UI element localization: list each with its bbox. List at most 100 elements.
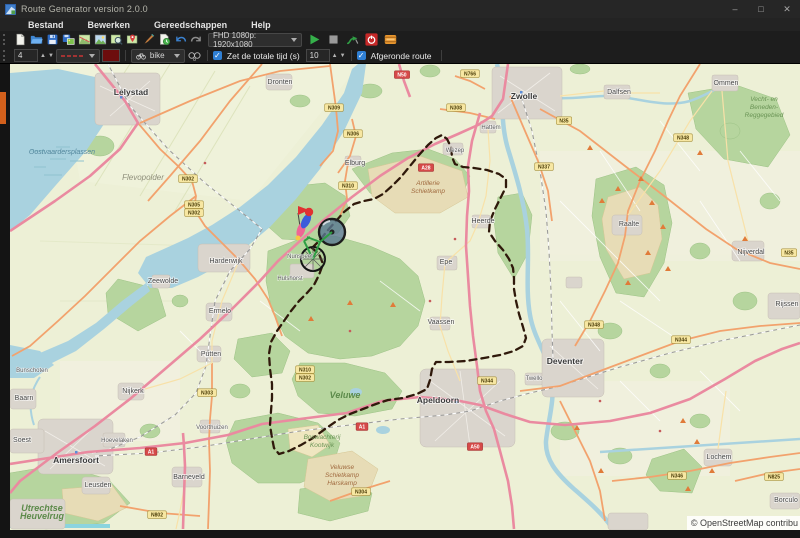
line-width-spinner[interactable]: 4 ▲ ▼ (14, 49, 54, 62)
road-shield: N344 (478, 377, 497, 385)
spin-up-icon[interactable]: ▲ (332, 53, 338, 59)
rounded-route-label: Afgeronde route (371, 51, 432, 61)
map-label: Soest (13, 437, 31, 444)
reset-vehicle-button[interactable]: 0 (187, 48, 202, 63)
total-time-label: Zet de totale tijd (s) (227, 51, 300, 61)
vehicle-value: bike (150, 51, 165, 60)
map-label: Putten (201, 351, 221, 358)
road-shield: N50 (394, 71, 409, 79)
open-folder-icon (30, 33, 43, 46)
map-label: Oostvaardersplassen (29, 149, 95, 156)
redo-button[interactable] (189, 32, 204, 47)
toolbar-grip[interactable] (3, 50, 9, 61)
bicycle-icon (136, 52, 146, 60)
taskbar-accent (0, 92, 6, 124)
total-time-value[interactable]: 10 (306, 49, 330, 62)
osm-attribution[interactable]: © OpenStreetMap contribu (687, 516, 800, 530)
rounded-route-checkbox[interactable] (357, 51, 366, 60)
map-edit-button[interactable] (77, 32, 92, 47)
campsite-icon (665, 266, 671, 271)
map-label: Harderwijk (209, 258, 243, 265)
total-time-spinner[interactable]: 10 ▲ ▼ (306, 49, 346, 62)
toolbar-route-options: 4 ▲ ▼ bike 0 Zet de totale tijd (s) 10 ▲… (0, 48, 800, 64)
chevron-down-icon (89, 54, 95, 58)
toolbar-separator (207, 50, 208, 61)
road-shield: N303 (198, 389, 217, 397)
spin-down-icon[interactable]: ▼ (48, 53, 54, 59)
toolbar-grip[interactable] (3, 34, 9, 45)
spin-down-icon[interactable]: ▼ (340, 53, 346, 59)
line-style-dropdown[interactable] (56, 49, 100, 63)
new-file-button[interactable] (13, 32, 28, 47)
road-shield: N309 (325, 104, 344, 112)
map-label: Ermelo (209, 308, 231, 315)
line-width-value[interactable]: 4 (14, 49, 38, 62)
svg-text:N306: N306 (347, 132, 359, 138)
road-shield: N302 (296, 374, 315, 382)
resolution-dropdown[interactable]: FHD 1080p: 1920x1080 (208, 33, 302, 47)
image-preview-icon (94, 33, 107, 46)
map-zoom-button[interactable] (109, 32, 124, 47)
open-folder-button[interactable] (29, 32, 44, 47)
map-label: Dalfsen (607, 89, 631, 96)
map-label: Raalte (619, 221, 639, 228)
menu-item-gereedschappen[interactable]: Gereedschappen (142, 20, 239, 30)
map-canvas[interactable]: LelystadZwolleAmersfoortApeldoornDevente… (10, 63, 800, 530)
map-label: Hoevelaken (101, 438, 133, 444)
road-shield: N306 (344, 130, 363, 138)
map-marker-button[interactable] (125, 32, 140, 47)
toolbar-main: FHD 1080p: 1920x1080 (0, 31, 800, 48)
road-shield: A1 (145, 448, 157, 456)
chevron-down-icon (291, 38, 297, 42)
export-frames-button[interactable] (383, 32, 398, 47)
svg-text:A1: A1 (148, 450, 155, 456)
map-label: Zwolle (511, 91, 538, 101)
svg-text:N346: N346 (671, 474, 683, 480)
road-shield: N825 (765, 473, 784, 481)
map-label: Leusden (85, 482, 112, 489)
total-time-checkbox[interactable] (213, 51, 222, 60)
save-images-button[interactable] (61, 32, 76, 47)
maximize-button[interactable]: □ (748, 0, 774, 18)
svg-text:N348: N348 (588, 323, 600, 329)
close-button[interactable]: ✕ (774, 0, 800, 18)
svg-text:0: 0 (193, 57, 196, 62)
map-label: Voorthuizen (196, 425, 228, 431)
road-shield: A28 (418, 164, 433, 172)
generate-route-button[interactable] (345, 32, 360, 47)
svg-text:N337: N337 (538, 165, 550, 171)
map-label: Nijverdal (737, 249, 765, 256)
map-label: Twello (525, 376, 543, 382)
stop-icon (327, 33, 340, 46)
paint-route-button[interactable] (141, 32, 156, 47)
abort-render-icon (365, 33, 378, 46)
vehicle-dropdown[interactable]: bike (131, 49, 185, 63)
play-button[interactable] (307, 32, 322, 47)
map-label: Elburg (345, 160, 365, 167)
save-button[interactable] (45, 32, 60, 47)
route-color-swatch[interactable] (102, 49, 120, 62)
menu-item-bewerken[interactable]: Bewerken (76, 20, 143, 30)
svg-text:N302: N302 (299, 376, 311, 382)
window-left-margin (0, 63, 10, 538)
svg-text:N348: N348 (677, 136, 689, 142)
generate-route-icon (346, 33, 359, 46)
gpx-time-button[interactable] (157, 32, 172, 47)
dash-pattern-icon (61, 55, 83, 57)
map-marker-icon (126, 33, 139, 46)
road-shield: N310 (339, 182, 358, 190)
svg-text:N308: N308 (450, 106, 462, 112)
abort-render-button[interactable] (364, 32, 379, 47)
undo-button[interactable] (173, 32, 188, 47)
map-label: Bunschoten (16, 368, 48, 374)
stop-button[interactable] (326, 32, 341, 47)
svg-text:A50: A50 (470, 445, 479, 451)
map-zoom-icon (110, 33, 123, 46)
menu-item-help[interactable]: Help (239, 20, 283, 30)
road-shield: N35 (781, 249, 796, 257)
menu-item-bestand[interactable]: Bestand (16, 20, 76, 30)
road-shield: N302 (179, 175, 198, 183)
spin-up-icon[interactable]: ▲ (40, 53, 46, 59)
minimize-button[interactable]: – (722, 0, 748, 18)
image-preview-button[interactable] (93, 32, 108, 47)
